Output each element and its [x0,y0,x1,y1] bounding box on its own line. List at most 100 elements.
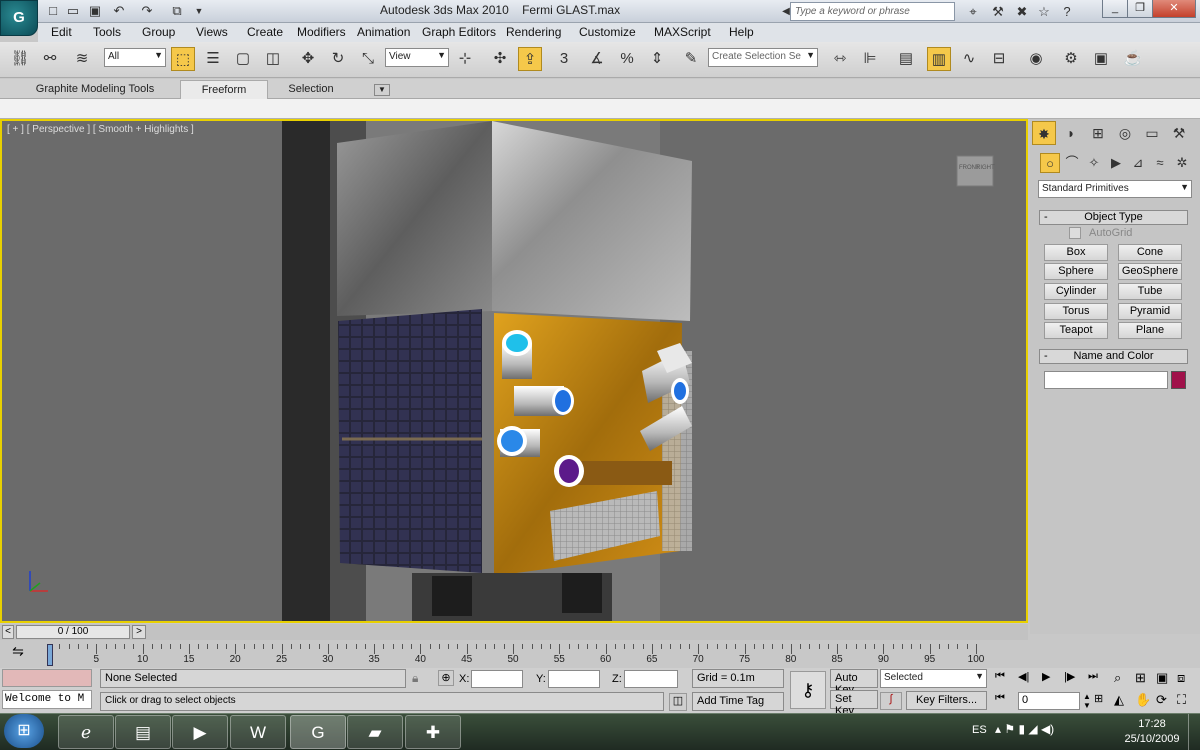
selection-filter-select[interactable]: All ▼ [104,48,166,67]
name-color-rollout-header[interactable]: - Name and Color [1039,349,1188,364]
edit-named-selection-icon[interactable]: ✎ [679,47,703,71]
new-file-icon[interactable]: □ [44,2,62,20]
key-mode-toggle-icon[interactable]: ⏮ [995,692,1015,705]
set-key-large-icon[interactable]: ⚷ [790,671,826,709]
open-file-icon[interactable]: ▭ [64,2,82,20]
orbit-icon[interactable]: ⟳ [1156,692,1174,708]
motion-tab-icon[interactable]: ◎ [1113,121,1137,145]
absolute-mode-icon[interactable]: ⊕ [438,670,454,686]
pyramid-button[interactable]: Pyramid [1118,303,1182,320]
show-desktop-button[interactable] [1188,714,1200,750]
menu-customize[interactable]: Customize [579,25,636,39]
viewcube-right-label[interactable]: RIGHT [976,165,995,171]
time-cursor[interactable] [47,644,53,666]
time-configuration-icon[interactable]: ⊞ [1094,692,1112,705]
language-indicator[interactable]: ES [972,724,987,736]
redo-icon[interactable]: ↷ [138,2,156,20]
bind-spacewarp-icon[interactable]: ≋ [70,47,94,71]
zoom-extents-all-icon[interactable]: ⧈ [1177,670,1195,686]
time-next-icon[interactable]: > [132,625,146,639]
internet-explorer-icon[interactable]: ℯ [58,715,114,749]
clock-time[interactable]: 17:28 [1122,718,1182,730]
time-tag-icon[interactable]: ◫ [669,693,687,711]
field-of-view-icon[interactable]: ◭ [1114,692,1132,708]
next-frame-icon[interactable]: |▶︎ [1064,670,1084,683]
rotate-icon[interactable]: ↻ [326,47,350,71]
move-icon[interactable]: ✥ [296,47,320,71]
cylinder-button[interactable]: Cylinder [1044,283,1108,300]
link-icon[interactable]: ⛓ [8,47,32,71]
spacewarps-icon[interactable]: ≈ [1150,153,1170,173]
torus-button[interactable]: Torus [1044,303,1108,320]
lights-icon[interactable]: ✧ [1084,153,1104,173]
rendered-frame-window-icon[interactable]: ▣ [1089,47,1113,71]
previous-frame-icon[interactable]: ◀︎| [1018,670,1038,683]
material-editor-icon[interactable]: ◉ [1024,47,1048,71]
select-object-icon[interactable]: ⬚ [171,47,195,71]
display-tab-icon[interactable]: ▭ [1140,121,1164,145]
lock-icon[interactable]: 🔒︎ [412,671,418,686]
y-coordinate-input[interactable] [548,670,600,688]
pan-icon[interactable]: ✋ [1135,692,1153,708]
current-frame-input[interactable]: 0 [1018,692,1080,710]
z-coordinate-input[interactable] [624,670,678,688]
unlink-icon[interactable]: ⚯ [38,47,62,71]
object-name-input[interactable] [1044,371,1168,389]
time-slider[interactable] [0,624,1028,640]
box-button[interactable]: Box [1044,244,1108,261]
percent-snap-icon[interactable]: % [615,47,639,71]
save-icon[interactable]: ▣ [86,2,104,20]
hierarchy-tab-icon[interactable]: ⊞ [1086,121,1110,145]
select-manipulate-icon[interactable]: ✣ [488,47,512,71]
modify-tab-icon[interactable]: ◗ [1059,121,1083,145]
align-icon[interactable]: ⊫ [858,47,882,71]
maximize-viewport-icon[interactable]: ⛶ [1177,692,1195,708]
cone-button[interactable]: Cone [1118,244,1182,261]
curve-editor-icon[interactable]: ∿ [957,47,981,71]
rectangular-selection-icon[interactable]: ▢ [231,47,255,71]
x-coordinate-input[interactable] [471,670,523,688]
menu-tools[interactable]: Tools [93,25,121,39]
object-color-swatch[interactable] [1171,371,1186,389]
helpers-icon[interactable]: ⊿ [1128,153,1148,173]
angle-snap-icon[interactable]: ∡ [585,47,609,71]
mirror-icon[interactable]: ⇿ [828,47,852,71]
autogrid-checkbox[interactable] [1069,227,1081,239]
menu-animation[interactable]: Animation [357,25,410,39]
utilities-tab-icon[interactable]: ⚒ [1167,121,1191,145]
restore-button[interactable]: ❐ [1127,0,1153,18]
spinner-snap-icon[interactable]: ⇕ [645,47,669,71]
key-mode-select[interactable]: Selected ▼ [880,669,987,688]
geometry-icon[interactable]: ○ [1040,153,1060,173]
perspective-viewport[interactable]: [ + ] [ Perspective ] [ Smooth + Highlig… [0,119,1028,623]
app-icon[interactable]: ✚ [405,715,461,749]
maxscript-mini-listener-top[interactable] [2,669,92,687]
pivot-center-icon[interactable]: ⊹ [453,47,477,71]
geosphere-button[interactable]: GeoSphere [1118,263,1182,280]
graphite-toggle-icon[interactable]: ▥ [927,47,951,71]
category-select[interactable]: Standard Primitives ▼ [1038,180,1192,198]
menu-modifiers[interactable]: Modifiers [297,25,346,39]
set-key-button[interactable]: Set Key [830,690,878,717]
application-button[interactable]: G [0,0,38,36]
render-setup-icon[interactable]: ⚙ [1059,47,1083,71]
time-prev-icon[interactable]: < [2,625,14,639]
keyword-search-input[interactable]: Type a keyword or phrase [790,2,955,21]
undo-icon[interactable]: ↶ [110,2,128,20]
sphere-button[interactable]: Sphere [1044,263,1108,280]
3dsmax-taskbar-icon[interactable]: G [290,715,346,749]
favorites-icon[interactable]: ☆ [1034,2,1054,21]
select-by-name-icon[interactable]: ☰ [201,47,225,71]
menu-views[interactable]: Views [196,25,228,39]
layer-manager-icon[interactable]: ▤ [894,47,918,71]
key-filters-button[interactable]: Key Filters... [906,691,987,710]
add-time-tag-button[interactable]: Add Time Tag [692,692,784,711]
media-player-icon[interactable]: ▶ [172,715,228,749]
maxscript-mini-listener[interactable]: Welcome to M [2,690,92,709]
help-icon[interactable]: ? [1057,2,1077,21]
tube-button[interactable]: Tube [1118,283,1182,300]
minimize-button[interactable]: _ [1102,0,1128,18]
zoom-extents-icon[interactable]: ▣ [1156,670,1174,686]
menu-edit[interactable]: Edit [51,25,72,39]
menu-create[interactable]: Create [247,25,283,39]
